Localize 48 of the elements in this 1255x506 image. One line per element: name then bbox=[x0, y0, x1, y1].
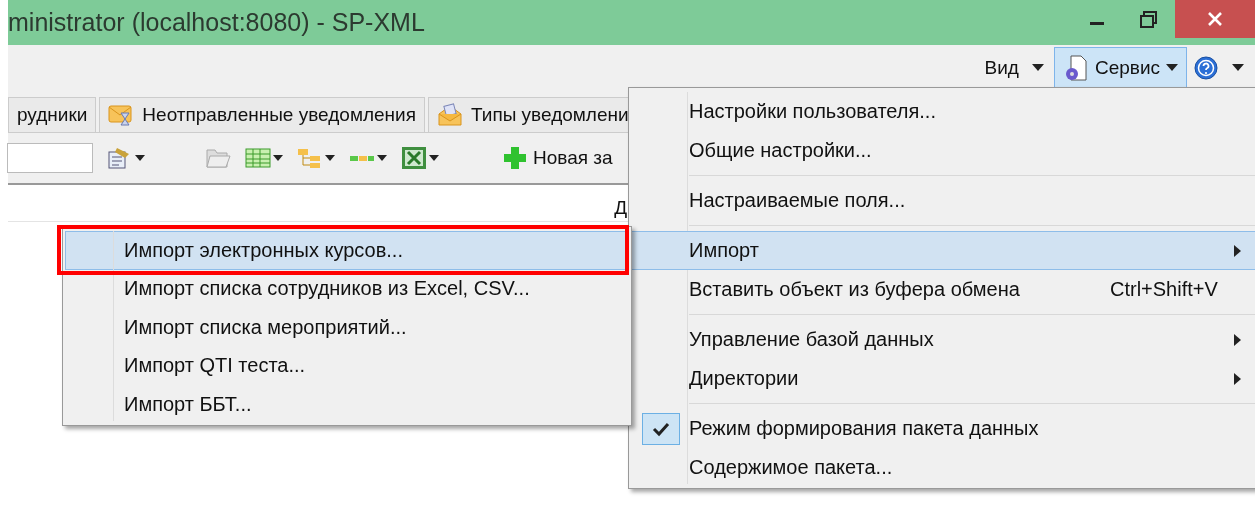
search-field[interactable] bbox=[7, 143, 93, 173]
shortcut-label: Ctrl+Shift+V bbox=[1110, 278, 1218, 301]
envelope-hourglass-icon bbox=[108, 103, 135, 127]
menu-item[interactable]: Вставить объект из буфера обмена Ctrl+Shift+V bbox=[631, 270, 1255, 309]
link-icon bbox=[349, 155, 375, 161]
menu-item[interactable]: Импорт QTI теста... bbox=[65, 346, 629, 385]
submenu-arrow-icon bbox=[1234, 333, 1241, 346]
submenu-arrow-icon bbox=[1234, 244, 1241, 257]
table-icon bbox=[245, 147, 271, 169]
menu-item[interactable]: Содержимое пакета... bbox=[631, 448, 1255, 487]
hierarchy-icon bbox=[297, 147, 323, 169]
envelope-icon bbox=[437, 103, 463, 127]
caret-icon[interactable] bbox=[1031, 63, 1044, 72]
tab[interactable]: рудники bbox=[8, 97, 97, 132]
menu-button[interactable]: Вид bbox=[975, 49, 1028, 86]
menu-item[interactable]: Настраиваемые поля... bbox=[631, 181, 1255, 220]
menu-item[interactable]: Импорт ББТ... bbox=[65, 385, 629, 424]
help-icon bbox=[1194, 55, 1218, 80]
plus-icon bbox=[503, 146, 527, 170]
menu-item[interactable]: Общие настройки... bbox=[631, 131, 1255, 170]
menu-item[interactable]: Режим формирования пакета данных bbox=[631, 409, 1255, 448]
window-title: ministrator (localhost:8080) - SP-XML bbox=[8, 8, 425, 37]
close-icon bbox=[1206, 10, 1224, 28]
menu-item[interactable]: Управление базой данных bbox=[631, 320, 1255, 359]
hierarchy-button[interactable] bbox=[297, 147, 335, 169]
menu-button[interactable]: Сервис bbox=[1053, 46, 1187, 89]
menu-item[interactable]: Импорт bbox=[631, 231, 1255, 270]
new-button[interactable]: Новая за bbox=[503, 146, 613, 170]
close-button[interactable] bbox=[1175, 0, 1255, 38]
properties-button[interactable] bbox=[107, 146, 145, 170]
excel-button[interactable] bbox=[401, 146, 439, 170]
caret-icon bbox=[273, 155, 283, 161]
link-button[interactable] bbox=[349, 155, 387, 161]
restore-icon[interactable] bbox=[1139, 10, 1159, 30]
caret-icon bbox=[1166, 63, 1178, 72]
caret-icon bbox=[377, 155, 387, 161]
caret-icon bbox=[325, 155, 335, 161]
table-button[interactable] bbox=[245, 147, 283, 169]
folder-icon bbox=[205, 146, 231, 170]
caret-icon bbox=[1232, 63, 1244, 72]
submenu-arrow-icon bbox=[1234, 372, 1241, 385]
caret-icon bbox=[429, 155, 439, 161]
caret-icon bbox=[135, 155, 145, 161]
column-header[interactable]: Д bbox=[614, 197, 627, 221]
menu-item[interactable]: Директории bbox=[631, 359, 1255, 398]
tab[interactable]: Неотправленные уведомления bbox=[99, 97, 425, 132]
menu-item[interactable]: Импорт списка мероприятий... bbox=[65, 308, 629, 347]
spreadsheet-icon bbox=[401, 146, 427, 170]
